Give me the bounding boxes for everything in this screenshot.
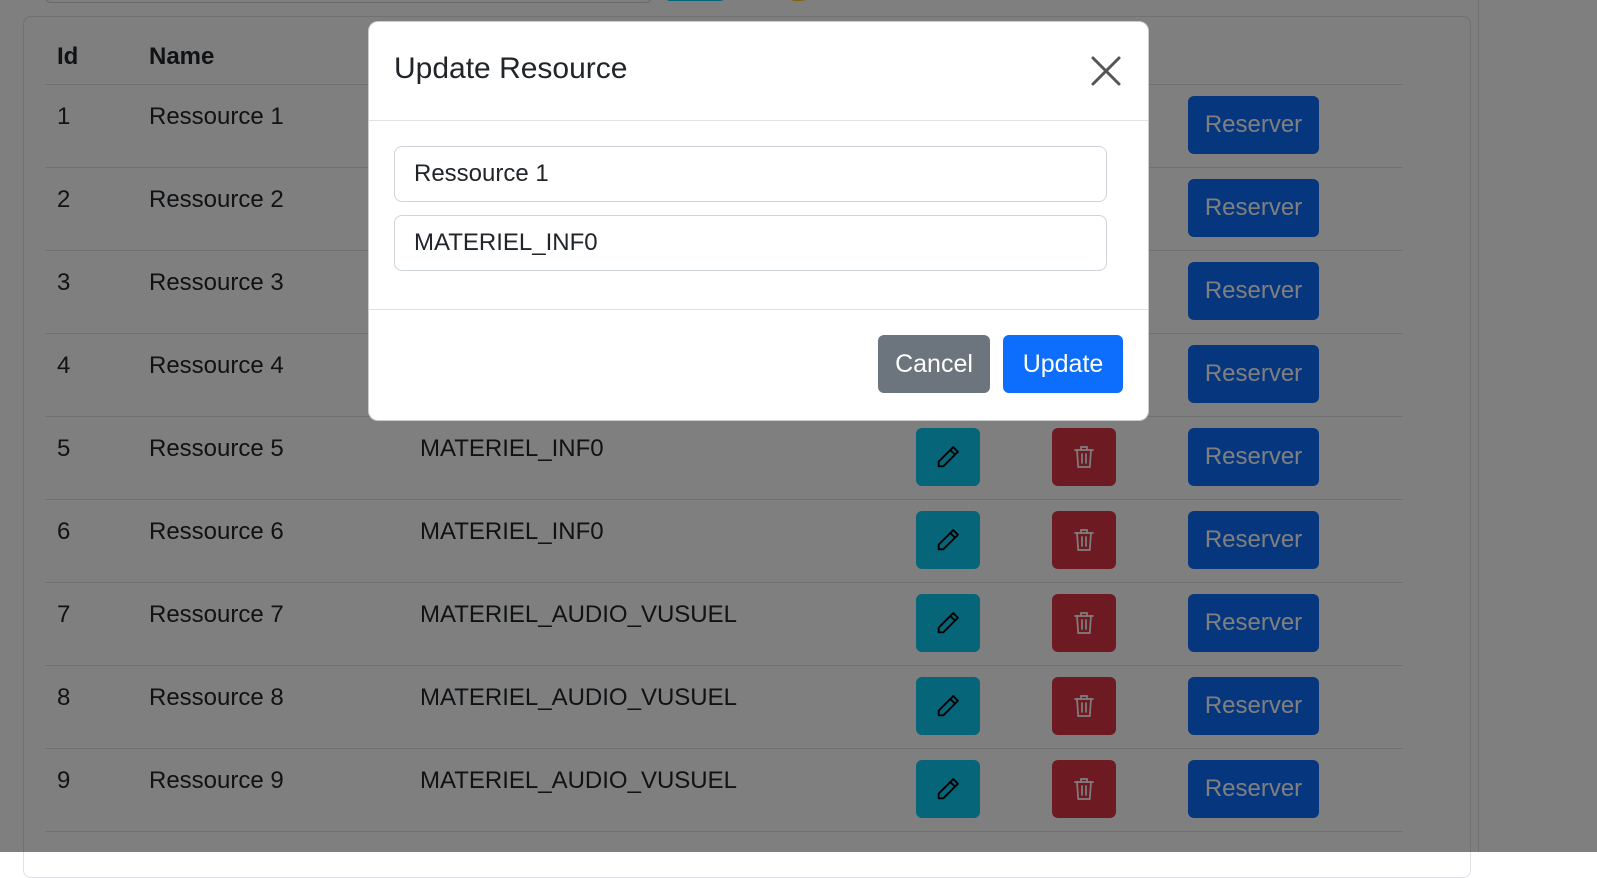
modal-title: Update Resource (394, 52, 628, 85)
update-resource-modal: Update Resource Cancel Update (368, 21, 1149, 421)
modal-body (369, 121, 1148, 310)
cancel-button[interactable]: Cancel (878, 335, 990, 393)
resource-type-input[interactable] (394, 215, 1107, 271)
modal-header: Update Resource (369, 22, 1148, 121)
update-button[interactable]: Update (1003, 335, 1123, 393)
resource-name-input[interactable] (394, 146, 1107, 202)
close-icon[interactable] (1087, 52, 1125, 90)
modal-footer: Cancel Update (369, 310, 1148, 420)
